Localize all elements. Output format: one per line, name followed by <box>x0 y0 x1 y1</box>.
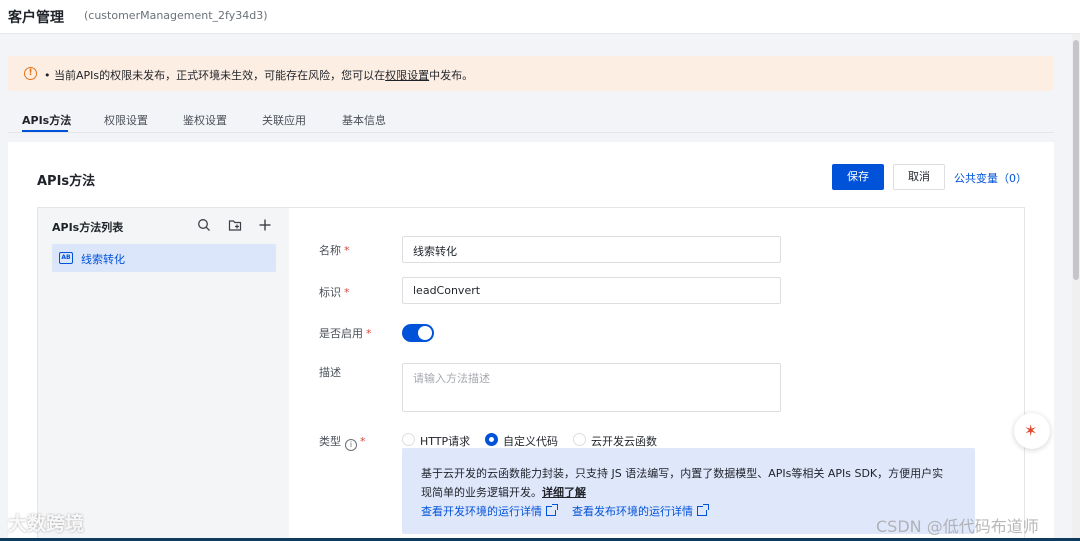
cancel-button[interactable]: 取消 <box>893 164 945 190</box>
assistant-float-button[interactable]: ✶ <box>1014 413 1050 449</box>
dev-env-details-link[interactable]: 查看开发环境的运行详情 <box>421 503 558 519</box>
watermark-right: CSDN @低代码布道师 <box>876 517 1039 536</box>
page-subtitle: (customerManagement_2fy34d3) <box>84 9 268 22</box>
scrollbar-thumb[interactable] <box>1073 40 1079 280</box>
learn-more-link[interactable]: 详细了解 <box>542 486 586 499</box>
name-field[interactable]: 线索转化 <box>402 236 781 263</box>
identifier-field[interactable]: leadConvert <box>402 277 781 304</box>
external-link-icon <box>697 504 709 516</box>
tab-apis-methods[interactable]: APIs方法 <box>22 112 71 128</box>
api-method-icon: AB <box>59 252 73 264</box>
info-icon[interactable]: i <box>345 439 357 451</box>
method-item-label: 线索转化 <box>81 253 125 266</box>
sparkle-icon: ✶ <box>1024 421 1038 440</box>
save-button[interactable]: 保存 <box>832 164 884 190</box>
method-list-sidebar: APIs方法列表 AB 线索转化 <box>38 208 289 541</box>
enabled-toggle[interactable] <box>402 324 434 342</box>
top-bar: 客户管理 (customerManagement_2fy34d3) <box>0 0 1080 34</box>
permission-settings-link[interactable]: 权限设置 <box>385 69 429 82</box>
public-variables-link[interactable]: 公共变量（0） <box>954 170 1027 186</box>
tab-permission-settings[interactable]: 权限设置 <box>104 112 148 128</box>
tab-related-apps[interactable]: 关联应用 <box>262 112 306 128</box>
panel-title: APIs方法 <box>37 174 96 189</box>
type-desc-line-1: 基于云开发的云函数能力封装，只支持 JS 语法编写，内置了数据模型、APIs等相… <box>421 467 944 480</box>
type-desc-line-2: 现简单的业务逻辑开发。详细了解 <box>421 486 586 499</box>
description-textarea[interactable]: 请输入方法描述 <box>402 363 781 412</box>
new-folder-icon[interactable] <box>228 218 242 232</box>
name-label: 名称 * <box>319 244 350 257</box>
permission-warning-alert: ! • 当前APIs的权限未发布，正式环境未生效，可能存在风险，您可以在权限设置… <box>8 56 1054 91</box>
alert-text: • 当前APIs的权限未发布，正式环境未生效，可能存在风险，您可以在权限设置中发… <box>44 69 474 82</box>
description-label: 描述 <box>319 366 341 379</box>
type-label: 类型 i * <box>319 435 366 451</box>
add-icon[interactable] <box>258 218 272 232</box>
vertical-scrollbar[interactable] <box>1072 34 1080 541</box>
method-list-title: APIs方法列表 <box>52 221 124 234</box>
main-panel: APIs方法 保存 取消 公共变量（0） APIs方法列表 AB 线索转化 名称… <box>8 142 1054 541</box>
method-list-item[interactable]: AB 线索转化 <box>52 244 276 272</box>
tab-auth-settings[interactable]: 鉴权设置 <box>183 112 227 128</box>
enabled-label: 是否启用 * <box>319 327 372 340</box>
page-title: 客户管理 <box>8 10 64 26</box>
tab-bar: APIs方法 权限设置 鉴权设置 关联应用 基本信息 <box>8 106 1054 133</box>
method-editor: APIs方法列表 AB 线索转化 名称 * 线索转化 标识 * leadConv… <box>37 207 1025 541</box>
watermark-left: 大数跨境 <box>8 513 85 535</box>
search-icon[interactable] <box>197 218 211 232</box>
active-tab-indicator <box>22 130 68 132</box>
external-link-icon <box>546 504 558 516</box>
tab-basic-info[interactable]: 基本信息 <box>342 112 386 128</box>
warning-icon: ! <box>24 67 37 80</box>
identifier-label: 标识 * <box>319 286 350 299</box>
prod-env-details-link[interactable]: 查看发布环境的运行详情 <box>572 503 709 519</box>
